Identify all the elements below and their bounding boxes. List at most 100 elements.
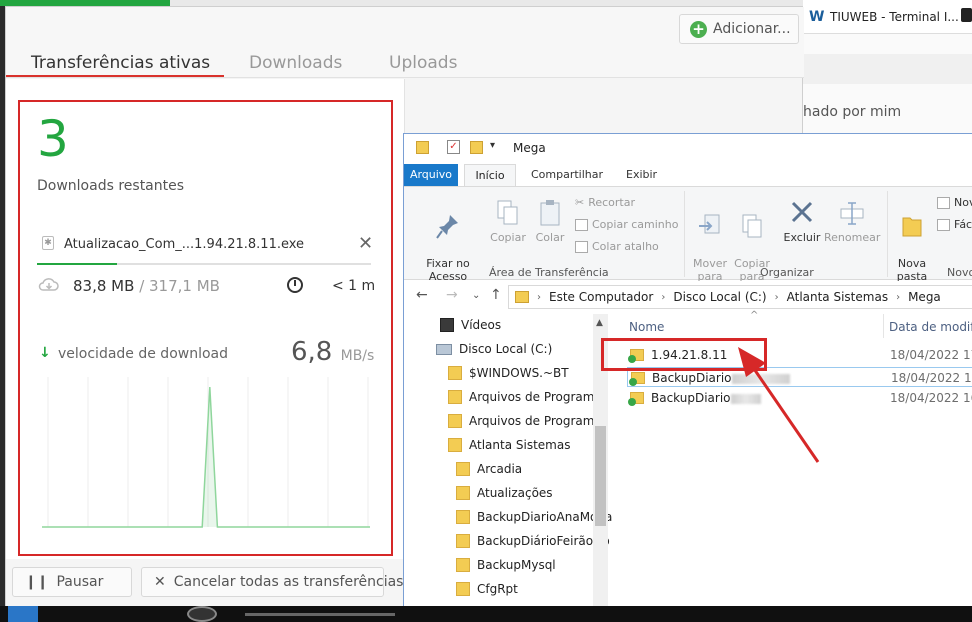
nav-item[interactable]: Arquivos de Programas <box>448 414 608 428</box>
scroll-thumb[interactable] <box>595 426 606 526</box>
file-row-date: 18/04/2022 16:1 <box>891 371 972 385</box>
ribbon-separator <box>887 191 888 277</box>
quick-access-dropdown-icon[interactable]: ▾ <box>490 140 495 151</box>
nav-item[interactable]: Vídeos <box>440 318 501 332</box>
copy-path-button[interactable]: Copiar caminho <box>575 218 678 231</box>
column-header-date[interactable]: Data de modific <box>889 320 972 334</box>
new-folder-label: Nova pasta <box>896 257 928 283</box>
copy-path-icon <box>575 218 588 231</box>
new-item-button[interactable]: Nov <box>937 196 972 209</box>
pin-icon <box>436 215 458 239</box>
move-to-button[interactable]: Mover para <box>690 199 730 283</box>
folder-icon <box>448 366 462 380</box>
cancel-all-button[interactable]: ✕ Cancelar todas as transferências <box>141 567 403 597</box>
nav-item-label: $WINDOWS.~BT <box>469 366 569 380</box>
breadcrumb-item[interactable]: Mega <box>908 290 941 304</box>
pause-button[interactable]: ❙❙ Pausar <box>12 567 132 597</box>
paste-shortcut-icon <box>575 240 588 253</box>
pause-icon: ❙❙ <box>25 574 49 590</box>
rename-button[interactable]: Renomear <box>824 199 880 244</box>
nav-item[interactable]: Arquivos de Programas <box>448 390 608 404</box>
taskbar-app-icon[interactable] <box>8 606 38 622</box>
copy-icon <box>497 200 518 225</box>
folder-icon <box>448 390 462 404</box>
file-row-date: 18/04/2022 17:1 <box>890 348 972 362</box>
nav-item[interactable]: Arcadia <box>456 462 522 476</box>
paste-button[interactable]: Colar <box>532 199 568 244</box>
folder-icon <box>456 462 470 476</box>
breadcrumb-item[interactable]: Disco Local (C:) <box>673 290 766 304</box>
background-toolbar <box>803 54 972 84</box>
address-bar-row: ← → ⌄ ↑ › Este Computador › Disco Local … <box>404 281 972 313</box>
paste-shortcut-button[interactable]: Colar atalho <box>575 240 659 253</box>
folder-icon <box>448 414 462 428</box>
folder-icon <box>416 141 429 154</box>
cancel-button-label: Cancelar todas as transferências <box>173 574 404 590</box>
annotation-highlight-box <box>18 100 393 556</box>
address-bar[interactable]: › Este Computador › Disco Local (C:) › A… <box>508 285 972 309</box>
paste-label: Colar <box>535 231 565 244</box>
easy-access-button[interactable]: Fác <box>937 218 972 231</box>
scroll-up-icon[interactable]: ▲ <box>596 318 603 328</box>
nav-item-label: Disco Local (C:) <box>459 342 553 356</box>
nav-item[interactable]: Atlanta Sistemas <box>448 438 570 452</box>
rename-icon <box>840 202 864 225</box>
tab-inicio[interactable]: Início <box>464 164 516 188</box>
cancel-icon: ✕ <box>154 574 166 590</box>
explorer-title: Mega <box>513 141 546 155</box>
copy-button[interactable]: Copiar <box>488 199 528 244</box>
tab-exibir[interactable]: Exibir <box>626 168 657 181</box>
delete-x-icon <box>791 201 813 223</box>
folder-icon <box>456 486 470 500</box>
forward-arrow-icon[interactable]: → <box>446 287 458 303</box>
sync-check-icon <box>628 398 636 406</box>
delete-button[interactable]: Excluir <box>782 199 822 244</box>
nav-item[interactable]: BackupDiarioAnaModa <box>456 510 612 524</box>
file-row-name: BackupDiario <box>651 391 731 405</box>
folder-icon <box>515 291 529 303</box>
sort-caret-icon: ^ <box>750 310 759 321</box>
cut-button[interactable]: ✂ Recortar <box>575 196 635 209</box>
browser-tab-title: TIUWEB - Terminal I... <box>830 10 959 24</box>
breadcrumb-item[interactable]: Este Computador <box>549 290 653 304</box>
breadcrumb-separator: › <box>896 291 901 303</box>
breadcrumb-separator: › <box>774 291 779 303</box>
taskbar <box>0 606 972 622</box>
taskbar-app-icon[interactable] <box>187 606 217 622</box>
nav-item[interactable]: Disco Local (C:) <box>436 342 552 356</box>
column-header-name[interactable]: Nome <box>629 320 664 334</box>
nav-item[interactable]: BackupDiárioFeirãoDo <box>456 534 610 548</box>
tab-uploads[interactable]: Uploads <box>389 53 457 73</box>
folder-icon <box>448 438 462 452</box>
nav-item-label: Arquivos de Programas <box>469 390 609 404</box>
add-button[interactable]: + Adicionar... <box>679 14 799 44</box>
delete-label: Excluir <box>783 231 821 244</box>
nav-item[interactable]: $WINDOWS.~BT <box>448 366 569 380</box>
nav-item[interactable]: BackupMysql <box>456 558 556 572</box>
nav-item[interactable]: CfgRpt <box>456 582 518 596</box>
new-folder-button[interactable]: Nova pasta <box>894 199 930 283</box>
tab-active-transfers[interactable]: Transferências ativas <box>31 53 210 73</box>
new-folder-icon[interactable] <box>470 141 483 154</box>
recent-dropdown-icon[interactable]: ⌄ <box>472 290 480 301</box>
copy-to-icon <box>742 214 762 238</box>
background-browser-tab[interactable]: W TIUWEB - Terminal I... <box>803 0 972 34</box>
tab-downloads[interactable]: Downloads <box>249 53 342 73</box>
annotation-arrow-icon <box>738 347 820 463</box>
pause-button-label: Pausar <box>56 574 104 590</box>
folder-icon <box>456 582 470 596</box>
back-arrow-icon[interactable]: ← <box>416 287 428 303</box>
tab-compartilhar[interactable]: Compartilhar <box>531 168 603 181</box>
breadcrumb-separator: › <box>537 291 541 303</box>
nav-item-label: CfgRpt <box>477 582 518 596</box>
extension-icon <box>961 8 972 22</box>
up-arrow-icon[interactable]: ↑ <box>490 287 502 303</box>
ribbon: Fixar no Acesso rápido Copiar Colar ✂Rec… <box>404 186 972 296</box>
folder-icon <box>456 558 470 572</box>
tab-arquivo[interactable]: Arquivo <box>404 164 458 186</box>
nav-item[interactable]: Atualizações <box>456 486 553 500</box>
paste-shortcut-label: Colar atalho <box>592 240 659 253</box>
properties-icon[interactable]: ✓ <box>447 140 460 154</box>
breadcrumb-item[interactable]: Atlanta Sistemas <box>787 290 888 304</box>
drive-icon <box>436 343 452 355</box>
